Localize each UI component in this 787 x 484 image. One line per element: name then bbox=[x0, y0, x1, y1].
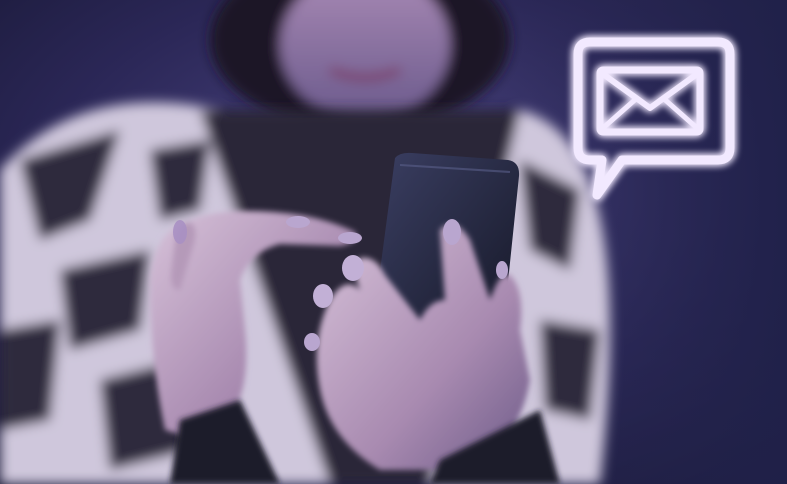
photo-illustration bbox=[0, 0, 787, 484]
photo-frame bbox=[0, 0, 787, 484]
photo-scene bbox=[0, 0, 787, 484]
